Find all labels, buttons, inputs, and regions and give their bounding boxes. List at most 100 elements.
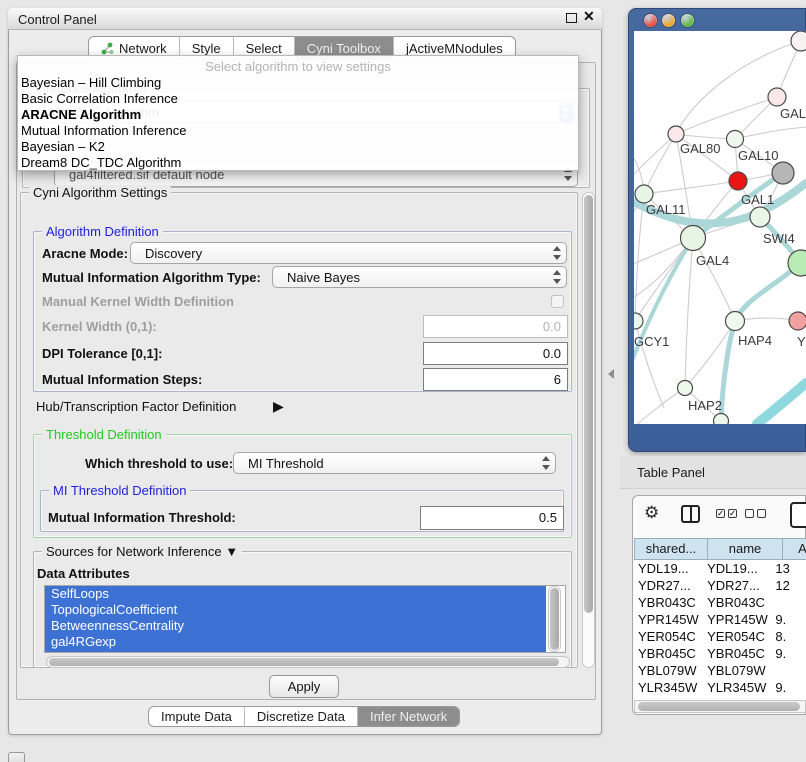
table-row[interactable]: YBR045CYBR045C9. bbox=[634, 645, 806, 662]
collapse-arrow-icon[interactable]: ▼ bbox=[225, 544, 238, 559]
table-row[interactable]: YER054CYER054C8. bbox=[634, 628, 806, 645]
network-node-gal-pink[interactable] bbox=[768, 88, 786, 106]
popup-item[interactable]: Bayesian – K2 bbox=[18, 139, 578, 155]
network-node-GCY1[interactable] bbox=[634, 313, 643, 329]
settings-scrollbar[interactable] bbox=[582, 192, 595, 668]
gear-icon[interactable]: ⚙ bbox=[644, 504, 659, 521]
table-cell: YER054C bbox=[701, 628, 769, 645]
document-icon[interactable] bbox=[790, 502, 806, 528]
network-node-SWI4[interactable] bbox=[750, 207, 770, 227]
apply-button[interactable]: Apply bbox=[269, 675, 339, 698]
network-node-label: GAL10 bbox=[738, 148, 778, 163]
minimized-panel-icon[interactable] bbox=[8, 752, 25, 762]
table-row[interactable]: YLR345WYLR345W9. bbox=[634, 679, 806, 696]
popup-item[interactable]: Bayesian – Hill Climbing bbox=[18, 75, 578, 91]
mi-steps-field[interactable]: 6 bbox=[423, 368, 568, 391]
hub-definition-label[interactable]: Hub/Transcription Factor Definition bbox=[36, 399, 236, 414]
attributes-h-scrollbar[interactable] bbox=[46, 656, 570, 668]
table-row[interactable]: YBL079WYBL079W bbox=[634, 662, 806, 679]
tab-impute-data[interactable]: Impute Data bbox=[149, 707, 245, 726]
zoom-traffic-light[interactable] bbox=[681, 14, 694, 27]
network-edge bbox=[635, 194, 644, 321]
network-node-top-right[interactable] bbox=[791, 31, 806, 51]
table-row[interactable]: YDR27...YDR27...12 bbox=[634, 577, 806, 594]
split-collapse-icon[interactable] bbox=[608, 369, 614, 379]
attribute-item[interactable]: SelfLoops bbox=[45, 586, 546, 602]
cyni-settings-title: Cyni Algorithm Settings bbox=[29, 185, 171, 200]
table-cell: YBL079W bbox=[634, 662, 701, 679]
attribute-item[interactable]: TopologicalCoefficient bbox=[45, 602, 546, 618]
which-threshold-combo[interactable]: MI Threshold bbox=[233, 452, 556, 474]
control-panel-titlebar[interactable]: Control Panel bbox=[8, 8, 602, 30]
table-row[interactable]: YBR043CYBR043C bbox=[634, 594, 806, 611]
popup-item[interactable]: Mutual Information Inference bbox=[18, 123, 578, 139]
network-edge-thick bbox=[634, 238, 693, 372]
tab-label: Infer Network bbox=[370, 709, 447, 724]
popup-item[interactable]: Dream8 DC_TDC Algorithm bbox=[18, 155, 578, 171]
close-traffic-light[interactable] bbox=[644, 14, 657, 27]
network-node-GAL80[interactable] bbox=[668, 126, 684, 142]
expand-arrow-icon[interactable]: ▶ bbox=[273, 398, 284, 415]
table-cell: YLR345W bbox=[634, 679, 701, 696]
network-node-label: GAL1 bbox=[741, 192, 774, 207]
scrollbar-thumb[interactable] bbox=[638, 702, 800, 711]
scrollbar-thumb[interactable] bbox=[49, 658, 559, 666]
kernel-width-field[interactable]: 0.0 bbox=[423, 315, 568, 338]
split-columns-icon[interactable] bbox=[681, 505, 700, 523]
mi-threshold-field[interactable]: 0.5 bbox=[420, 506, 564, 530]
table-cell bbox=[769, 594, 806, 611]
attributes-scrollbar[interactable] bbox=[548, 586, 561, 652]
close-icon[interactable]: ✕ bbox=[583, 8, 597, 24]
network-node-bottom-node[interactable] bbox=[714, 414, 729, 425]
select-checked-icon[interactable]: ✓ bbox=[728, 509, 737, 518]
network-node-gray-node[interactable] bbox=[772, 162, 794, 184]
tab-label: Style bbox=[192, 41, 221, 56]
select-unchecked-icon[interactable] bbox=[745, 509, 754, 518]
table-row[interactable]: YDL19...YDL19...13 bbox=[634, 560, 806, 577]
popup-item[interactable]: ARACNE Algorithm bbox=[18, 107, 578, 123]
table-cell: YDL19... bbox=[634, 560, 701, 577]
dpi-tolerance-field[interactable]: 0.0 bbox=[423, 342, 568, 365]
network-node-HAP4[interactable] bbox=[726, 312, 745, 331]
combo-stepper-icon[interactable] bbox=[552, 270, 561, 284]
table-panel-bar: Table Panel bbox=[620, 456, 806, 489]
network-canvas[interactable]: GALGAL80GAL10GAL1GAL11SWI4GAL4GCY1HAP4YH… bbox=[634, 31, 806, 424]
table-cell: YER054C bbox=[634, 628, 701, 645]
table-cell: YBL079W bbox=[701, 662, 769, 679]
select-unchecked-icon[interactable] bbox=[757, 509, 766, 518]
column-header-A[interactable]: A bbox=[783, 538, 806, 560]
combo-stepper-icon[interactable] bbox=[552, 246, 561, 260]
attribute-item-partial[interactable] bbox=[45, 650, 546, 653]
scrollbar-thumb[interactable] bbox=[550, 588, 559, 650]
scrollbar-thumb[interactable] bbox=[584, 195, 593, 613]
attribute-item[interactable]: gal4RGexp bbox=[45, 634, 546, 650]
network-node-GAL4[interactable] bbox=[681, 226, 706, 251]
column-header-shared[interactable]: shared... bbox=[634, 538, 708, 560]
select-checked-icon[interactable]: ✓ bbox=[716, 509, 725, 518]
table-cell: YDR27... bbox=[634, 577, 701, 594]
mi-type-combo[interactable]: Naive Bayes bbox=[272, 266, 567, 288]
data-attributes-list[interactable]: SelfLoopsTopologicalCoefficientBetweenne… bbox=[44, 585, 566, 653]
manual-kernel-checkbox[interactable] bbox=[551, 295, 564, 308]
tab-infer-network[interactable]: Infer Network bbox=[358, 707, 459, 726]
tab-discretize-data[interactable]: Discretize Data bbox=[245, 707, 358, 726]
aracne-mode-label: Aracne Mode: bbox=[42, 246, 128, 261]
aracne-mode-combo[interactable]: Discovery bbox=[130, 242, 567, 264]
tab-label: jActiveMNodules bbox=[406, 41, 503, 56]
minimize-traffic-light[interactable] bbox=[662, 14, 675, 27]
table-cell: YBR043C bbox=[634, 594, 701, 611]
network-node-GAL1[interactable] bbox=[729, 172, 747, 190]
column-header-name[interactable]: name bbox=[708, 538, 783, 560]
float-window-icon[interactable] bbox=[566, 13, 577, 23]
popup-item[interactable]: Basic Correlation Inference bbox=[18, 91, 578, 107]
network-node-label: Y bbox=[797, 334, 806, 349]
table-row[interactable]: YPR145WYPR145W9. bbox=[634, 611, 806, 628]
combo-stepper-icon[interactable] bbox=[541, 456, 550, 470]
table-h-scrollbar[interactable] bbox=[634, 700, 806, 713]
network-node-salmon-node[interactable] bbox=[789, 312, 806, 330]
network-node-GAL10[interactable] bbox=[727, 131, 744, 148]
network-node-HAP2[interactable] bbox=[678, 381, 693, 396]
network-node-GAL11[interactable] bbox=[635, 185, 653, 203]
attribute-item[interactable]: BetweennessCentrality bbox=[45, 618, 546, 634]
threshold-definition-title: Threshold Definition bbox=[42, 427, 166, 442]
